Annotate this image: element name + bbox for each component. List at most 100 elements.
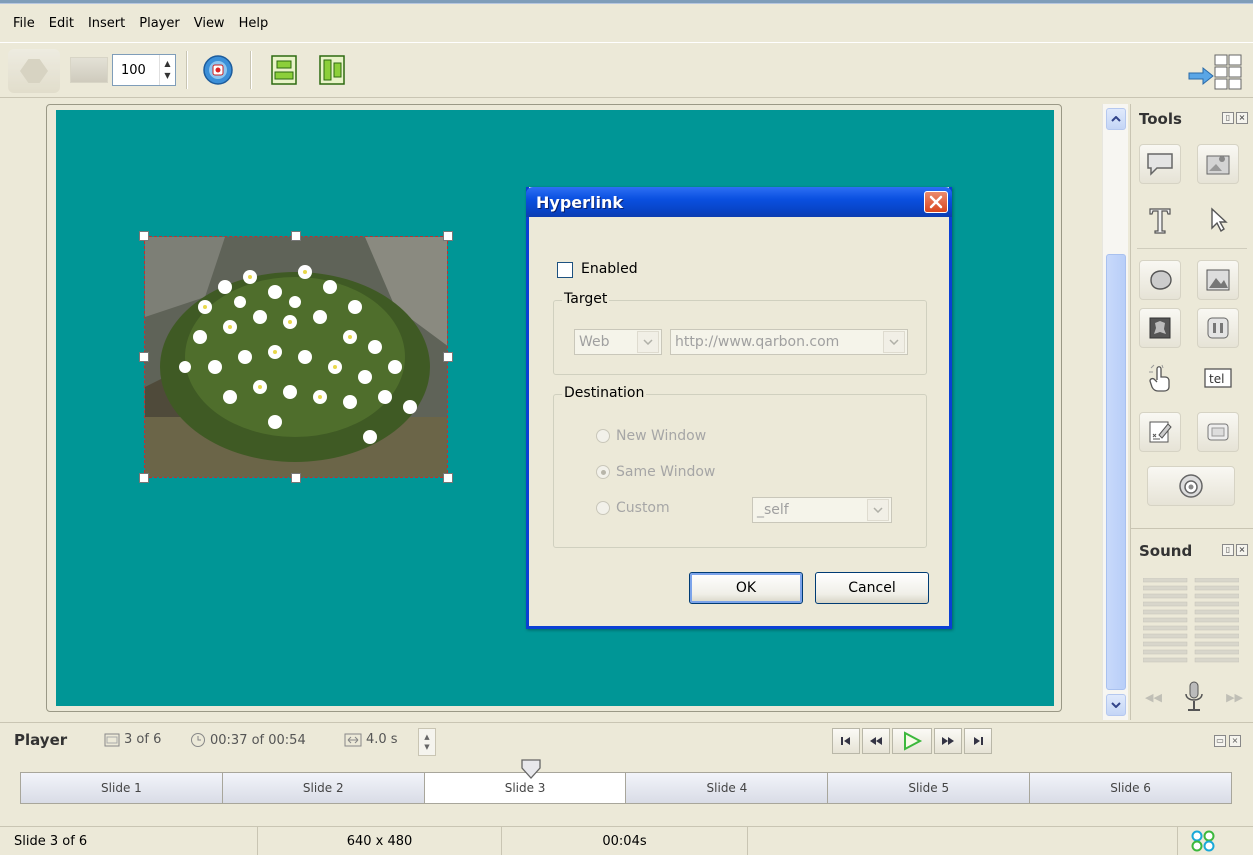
- target-url-select[interactable]: http://www.qarbon.com: [670, 329, 908, 355]
- panel-close-icon[interactable]: ×: [1229, 735, 1241, 747]
- grid-indicator-icon: [1191, 830, 1215, 852]
- text-field-icon: tel: [1204, 368, 1232, 388]
- disabled-shape-tool-button[interactable]: [8, 49, 60, 93]
- rewind-icon[interactable]: ◀◀: [1145, 691, 1162, 704]
- playhead-marker[interactable]: [520, 758, 542, 780]
- record-disc-button[interactable]: [200, 53, 236, 87]
- custom-target-select[interactable]: _self: [752, 497, 892, 523]
- resize-handle-se[interactable]: [443, 473, 453, 483]
- menu-file[interactable]: File: [6, 16, 42, 31]
- duration-spinner[interactable]: ▲ ▼: [418, 728, 436, 756]
- editor-vertical-scrollbar[interactable]: [1102, 104, 1128, 720]
- flash-tool[interactable]: [1139, 308, 1181, 348]
- status-resolution: 640 x 480: [258, 827, 502, 855]
- menu-help[interactable]: Help: [232, 16, 276, 31]
- panel-minimize-icon[interactable]: ▭: [1214, 735, 1226, 747]
- resize-handle-w[interactable]: [139, 352, 149, 362]
- resize-handle-sw[interactable]: [139, 473, 149, 483]
- zoom-value: 100: [121, 62, 146, 78]
- resize-handle-n[interactable]: [291, 231, 301, 241]
- spiral-icon: [1179, 474, 1203, 498]
- click-tool[interactable]: [1139, 358, 1181, 398]
- radio-button[interactable]: [596, 501, 610, 515]
- target-type-select[interactable]: Web: [574, 329, 662, 355]
- slide-tab[interactable]: Slide 6: [1030, 773, 1231, 803]
- slide-tab[interactable]: Slide 5: [828, 773, 1031, 803]
- status-time: 00:04s: [502, 827, 748, 855]
- player-title: Player: [14, 731, 68, 749]
- zoom-spinner[interactable]: 100 ▲ ▼: [112, 54, 176, 86]
- button-tool[interactable]: [1197, 412, 1239, 452]
- slide-image-flowers[interactable]: [144, 236, 448, 478]
- scroll-up-button[interactable]: [1106, 108, 1126, 130]
- panel-close-icon[interactable]: ×: [1236, 112, 1248, 124]
- resize-handle-s[interactable]: [291, 473, 301, 483]
- radio-button-selected[interactable]: [596, 465, 610, 479]
- status-bar: Slide 3 of 6 640 x 480 00:04s: [0, 826, 1253, 855]
- text-entry-tool[interactable]: tel: [1197, 358, 1239, 398]
- flowers-photo: [145, 237, 447, 477]
- time-counter: 00:37 of 00:54: [190, 732, 306, 748]
- first-slide-button[interactable]: [832, 728, 860, 754]
- transparency-swatch-icon: [70, 57, 108, 83]
- radio-button[interactable]: [596, 429, 610, 443]
- slide-icon: [104, 733, 120, 746]
- radio-new-window[interactable]: New Window: [596, 428, 706, 444]
- close-icon: [929, 195, 943, 209]
- fast-forward-icon[interactable]: ▶▶: [1226, 691, 1243, 704]
- panel-undock-icon[interactable]: ▯: [1222, 544, 1234, 556]
- cancel-button[interactable]: Cancel: [815, 572, 929, 604]
- quiz-tool[interactable]: [1139, 412, 1181, 452]
- menu-player[interactable]: Player: [132, 16, 186, 31]
- radio-custom[interactable]: Custom: [596, 500, 670, 516]
- picture-tool[interactable]: [1197, 260, 1239, 300]
- enabled-checkbox[interactable]: [557, 262, 573, 278]
- sound-record-tool[interactable]: [1147, 466, 1235, 506]
- radio-same-window[interactable]: Same Window: [596, 464, 715, 480]
- callout-tool[interactable]: [1139, 144, 1181, 184]
- resize-handle-nw[interactable]: [139, 231, 149, 241]
- image-insert-tool[interactable]: [1197, 144, 1239, 184]
- panel-undock-icon[interactable]: ▯: [1222, 112, 1234, 124]
- spinner-arrows-icon[interactable]: ▲ ▼: [159, 55, 175, 85]
- resize-handle-e[interactable]: [443, 352, 453, 362]
- destination-group: Destination New Window Same Window Custo…: [553, 385, 927, 548]
- hyperlink-dialog: Hyperlink Enabled Target Web http://www.…: [526, 187, 952, 629]
- menu-insert[interactable]: Insert: [81, 16, 132, 31]
- player-panel-controls: ▭ ×: [1214, 735, 1241, 747]
- panel-close-icon[interactable]: ×: [1236, 544, 1248, 556]
- fast-forward-button[interactable]: [934, 728, 962, 754]
- toggle-panels-button[interactable]: [1185, 49, 1245, 93]
- microphone-icon[interactable]: [1183, 680, 1205, 714]
- dialog-close-button[interactable]: [924, 191, 948, 213]
- skip-start-icon: [841, 737, 850, 745]
- slide-tab[interactable]: Slide 2: [222, 773, 425, 803]
- align-vertical-icon: [319, 55, 345, 85]
- align-vertical-button[interactable]: [314, 53, 350, 87]
- menu-view[interactable]: View: [187, 16, 232, 31]
- menu-bar: File Edit Insert Player View Help: [0, 5, 1253, 41]
- target-legend: Target: [562, 291, 610, 307]
- text-tool[interactable]: [1139, 200, 1181, 240]
- menu-edit[interactable]: Edit: [42, 16, 81, 31]
- radio-same-window-label: Same Window: [616, 464, 716, 480]
- scroll-down-button[interactable]: [1106, 694, 1126, 716]
- resize-handle-ne[interactable]: [443, 231, 453, 241]
- picture-pin-icon: [1206, 155, 1230, 175]
- window-top-border: [0, 0, 1253, 4]
- scroll-thumb[interactable]: [1106, 254, 1126, 690]
- chevron-up-icon: [1111, 116, 1121, 122]
- chevron-down-icon: [867, 499, 889, 521]
- pause-tool[interactable]: [1197, 308, 1239, 348]
- dialog-title-bar[interactable]: Hyperlink: [526, 187, 952, 217]
- rewind-button[interactable]: [862, 728, 890, 754]
- play-button[interactable]: [892, 728, 932, 754]
- chevron-down-icon: [883, 331, 905, 353]
- slide-tab[interactable]: Slide 1: [21, 773, 223, 803]
- shape-tool[interactable]: [1139, 260, 1181, 300]
- slide-tab[interactable]: Slide 4: [626, 773, 829, 803]
- ok-button[interactable]: OK: [689, 572, 803, 604]
- pointer-tool[interactable]: [1197, 200, 1239, 240]
- align-horizontal-button[interactable]: [266, 53, 302, 87]
- last-slide-button[interactable]: [964, 728, 992, 754]
